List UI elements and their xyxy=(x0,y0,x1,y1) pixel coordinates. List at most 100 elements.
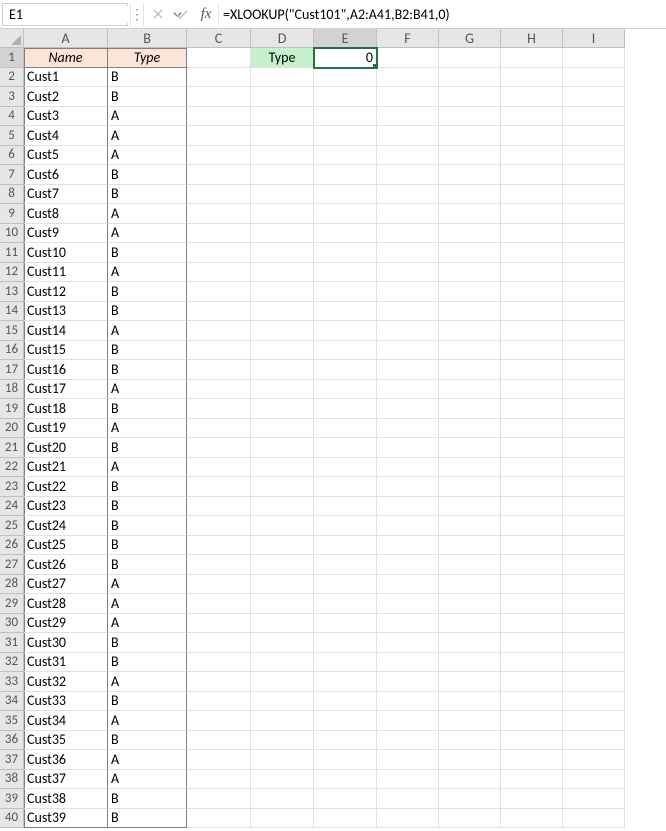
cell[interactable] xyxy=(187,575,251,595)
cell[interactable] xyxy=(377,458,439,478)
cell[interactable]: Cust31 xyxy=(24,653,108,673)
cell[interactable]: B xyxy=(108,555,187,575)
cell[interactable] xyxy=(501,321,563,341)
cell[interactable]: Type xyxy=(108,48,187,68)
row-header[interactable]: 29 xyxy=(0,594,24,614)
cell[interactable] xyxy=(314,68,377,88)
cell[interactable] xyxy=(377,516,439,536)
cell[interactable]: Cust34 xyxy=(24,711,108,731)
cell[interactable] xyxy=(187,107,251,127)
cell[interactable] xyxy=(314,653,377,673)
cell[interactable] xyxy=(563,516,625,536)
cell[interactable] xyxy=(187,731,251,751)
cell[interactable] xyxy=(314,692,377,712)
cell[interactable]: Cust2 xyxy=(24,87,108,107)
cell[interactable] xyxy=(187,146,251,166)
cell[interactable]: A xyxy=(108,380,187,400)
cell[interactable] xyxy=(314,458,377,478)
cell[interactable] xyxy=(314,341,377,361)
cell[interactable] xyxy=(563,126,625,146)
cell[interactable] xyxy=(251,809,314,829)
cell[interactable] xyxy=(439,204,501,224)
row-header[interactable]: 5 xyxy=(0,126,24,146)
cell[interactable] xyxy=(563,165,625,185)
cell[interactable] xyxy=(501,692,563,712)
cell[interactable]: Cust21 xyxy=(24,458,108,478)
cell[interactable] xyxy=(187,302,251,322)
cell[interactable] xyxy=(251,126,314,146)
cell[interactable] xyxy=(439,243,501,263)
cell[interactable] xyxy=(563,731,625,751)
cell[interactable] xyxy=(439,224,501,244)
cell[interactable] xyxy=(251,302,314,322)
cell[interactable] xyxy=(439,692,501,712)
cell[interactable] xyxy=(377,633,439,653)
cell[interactable] xyxy=(501,243,563,263)
cell[interactable]: A xyxy=(108,575,187,595)
column-header[interactable]: D xyxy=(251,29,314,48)
cell[interactable] xyxy=(251,516,314,536)
cell[interactable] xyxy=(187,458,251,478)
cell[interactable] xyxy=(563,321,625,341)
cell[interactable] xyxy=(439,458,501,478)
cell[interactable] xyxy=(314,302,377,322)
cell[interactable] xyxy=(563,48,625,68)
cell[interactable] xyxy=(501,107,563,127)
cell[interactable] xyxy=(501,731,563,751)
cell[interactable]: 0 xyxy=(314,48,377,68)
row-header[interactable]: 20 xyxy=(0,419,24,439)
cell[interactable] xyxy=(251,789,314,809)
cell[interactable]: A xyxy=(108,614,187,634)
cell[interactable] xyxy=(439,536,501,556)
cell[interactable] xyxy=(314,380,377,400)
cell[interactable] xyxy=(501,516,563,536)
cell[interactable] xyxy=(563,477,625,497)
cell[interactable]: B xyxy=(108,477,187,497)
cell[interactable] xyxy=(314,614,377,634)
row-header[interactable]: 33 xyxy=(0,672,24,692)
column-header[interactable]: F xyxy=(377,29,439,48)
cell[interactable] xyxy=(501,341,563,361)
cell[interactable] xyxy=(501,185,563,205)
cell[interactable] xyxy=(187,224,251,244)
cell[interactable] xyxy=(501,477,563,497)
cell[interactable] xyxy=(314,477,377,497)
cell[interactable]: B xyxy=(108,692,187,712)
row-header[interactable]: 24 xyxy=(0,497,24,517)
cell[interactable] xyxy=(563,341,625,361)
cell[interactable] xyxy=(377,594,439,614)
row-header[interactable]: 18 xyxy=(0,380,24,400)
row-header[interactable]: 8 xyxy=(0,185,24,205)
cell[interactable] xyxy=(377,477,439,497)
cell[interactable] xyxy=(314,594,377,614)
cell[interactable] xyxy=(187,653,251,673)
cell[interactable]: B xyxy=(108,243,187,263)
cell[interactable] xyxy=(377,614,439,634)
cell[interactable] xyxy=(251,633,314,653)
cell[interactable]: A xyxy=(108,594,187,614)
cell[interactable] xyxy=(501,458,563,478)
cell[interactable] xyxy=(563,809,625,829)
cell[interactable] xyxy=(563,672,625,692)
cell[interactable] xyxy=(439,107,501,127)
row-header[interactable]: 7 xyxy=(0,165,24,185)
cell[interactable] xyxy=(377,555,439,575)
cell[interactable]: B xyxy=(108,360,187,380)
cell[interactable]: Cust5 xyxy=(24,146,108,166)
cell[interactable]: A xyxy=(108,263,187,283)
cell[interactable]: A xyxy=(108,419,187,439)
cell[interactable] xyxy=(187,789,251,809)
cell[interactable] xyxy=(187,321,251,341)
cell[interactable] xyxy=(251,555,314,575)
cell[interactable] xyxy=(187,497,251,517)
row-header[interactable]: 30 xyxy=(0,614,24,634)
row-header[interactable]: 28 xyxy=(0,575,24,595)
cell[interactable] xyxy=(501,711,563,731)
cell[interactable] xyxy=(314,516,377,536)
cell[interactable]: Cust20 xyxy=(24,438,108,458)
cell[interactable]: B xyxy=(108,399,187,419)
cell[interactable]: B xyxy=(108,341,187,361)
cell[interactable] xyxy=(251,692,314,712)
cell[interactable] xyxy=(563,536,625,556)
cell[interactable] xyxy=(439,555,501,575)
